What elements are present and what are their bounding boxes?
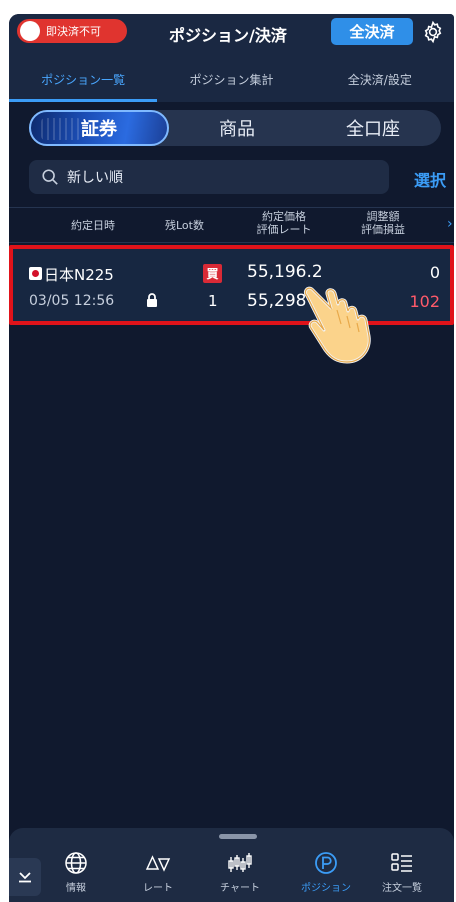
- top-bar: 即決済不可 ポジション/決済 全決済: [9, 14, 454, 56]
- position-adjust-amount: 0: [429, 263, 440, 282]
- nav-rate-label: レート: [143, 883, 173, 894]
- header-eval-rate: 評価レート: [256, 223, 312, 236]
- segment-commodities-label: 商品: [219, 119, 255, 140]
- nav-order-list[interactable]: 注文一覧: [363, 850, 441, 902]
- header-contract-date: 約定日時: [71, 219, 115, 232]
- nav-rate[interactable]: レート: [119, 850, 197, 902]
- segment-all-accounts-label: 全口座: [346, 119, 400, 140]
- position-tabs: ポジション一覧 ポジション集計 全決済/設定: [9, 56, 454, 102]
- search-icon: [42, 169, 58, 185]
- header-adjust-amount: 調整額: [366, 210, 400, 223]
- position-datetime: 03/05 12:56: [29, 293, 115, 309]
- header-price: 約定価格 評価レート: [249, 210, 319, 236]
- nav-info[interactable]: 情報: [37, 850, 115, 902]
- buy-side-badge: 買: [203, 264, 222, 283]
- header-remaining-lot: 残Lot数: [165, 219, 204, 232]
- candlestick-icon: [228, 853, 252, 872]
- nav-position[interactable]: ポジション: [287, 850, 365, 902]
- gear-icon[interactable]: [421, 20, 445, 44]
- sort-search-field[interactable]: 新しい順: [29, 160, 389, 194]
- position-lot: 1: [208, 292, 218, 310]
- tab-position-summary[interactable]: ポジション集計: [157, 56, 305, 102]
- header-contract-price: 約定価格: [262, 210, 306, 223]
- lock-icon: [147, 293, 157, 307]
- position-eval-pnl: 102: [409, 292, 440, 311]
- japan-flag-icon: [29, 267, 42, 280]
- segment-securities[interactable]: 証券: [29, 110, 169, 146]
- instant-settle-toggle[interactable]: 即決済不可: [17, 19, 127, 43]
- nav-chart[interactable]: チャート: [201, 850, 279, 902]
- rate-triangles-icon: [145, 855, 171, 872]
- header-eval-pnl: 評価損益: [361, 223, 405, 236]
- account-segment-control: 証券 商品 全口座: [29, 110, 441, 146]
- position-row[interactable]: 日本N225 03/05 12:56 買 1 55,196.2 55,298 0…: [9, 245, 454, 325]
- nav-info-label: 情報: [66, 883, 86, 894]
- app-screen: 即決済不可 ポジション/決済 全決済 ポジション一覧 ポジション集計 全決済/設…: [9, 14, 454, 902]
- page-title: ポジション/決済: [169, 26, 287, 45]
- segment-commodities[interactable]: 商品: [169, 110, 305, 146]
- select-button[interactable]: 選択: [414, 167, 446, 191]
- sort-order-label: 新しい順: [67, 170, 123, 186]
- toggle-knob: [20, 21, 40, 41]
- bottom-navigation: 情報 レート チャート ポジション 注文一覧: [9, 828, 454, 902]
- header-adjust: 調整額 評価損益: [353, 210, 413, 236]
- globe-icon: [65, 852, 87, 874]
- segment-securities-label: 証券: [81, 119, 117, 140]
- position-p-icon: [315, 852, 337, 874]
- tab-settle-all-settings[interactable]: 全決済/設定: [306, 56, 454, 102]
- table-header: 約定日時 残Lot数 約定価格 評価レート 調整額 評価損益 ›: [9, 207, 454, 243]
- more-columns-chevron-icon[interactable]: ›: [447, 216, 453, 232]
- tap-hand-pointer-icon: [303, 286, 371, 364]
- nav-position-label: ポジション: [301, 883, 351, 894]
- nav-chart-label: チャート: [220, 883, 260, 894]
- tab-position-list[interactable]: ポジション一覧: [9, 56, 158, 102]
- position-symbol: 日本N225: [44, 266, 114, 284]
- drag-handle[interactable]: [219, 834, 257, 839]
- order-list-icon: [391, 853, 412, 872]
- segment-all-accounts[interactable]: 全口座: [305, 110, 441, 146]
- toggle-label: 即決済不可: [46, 25, 101, 38]
- position-contract-price: 55,196.2: [247, 262, 323, 282]
- nav-order-list-label: 注文一覧: [382, 883, 422, 894]
- settle-all-button[interactable]: 全決済: [331, 18, 413, 45]
